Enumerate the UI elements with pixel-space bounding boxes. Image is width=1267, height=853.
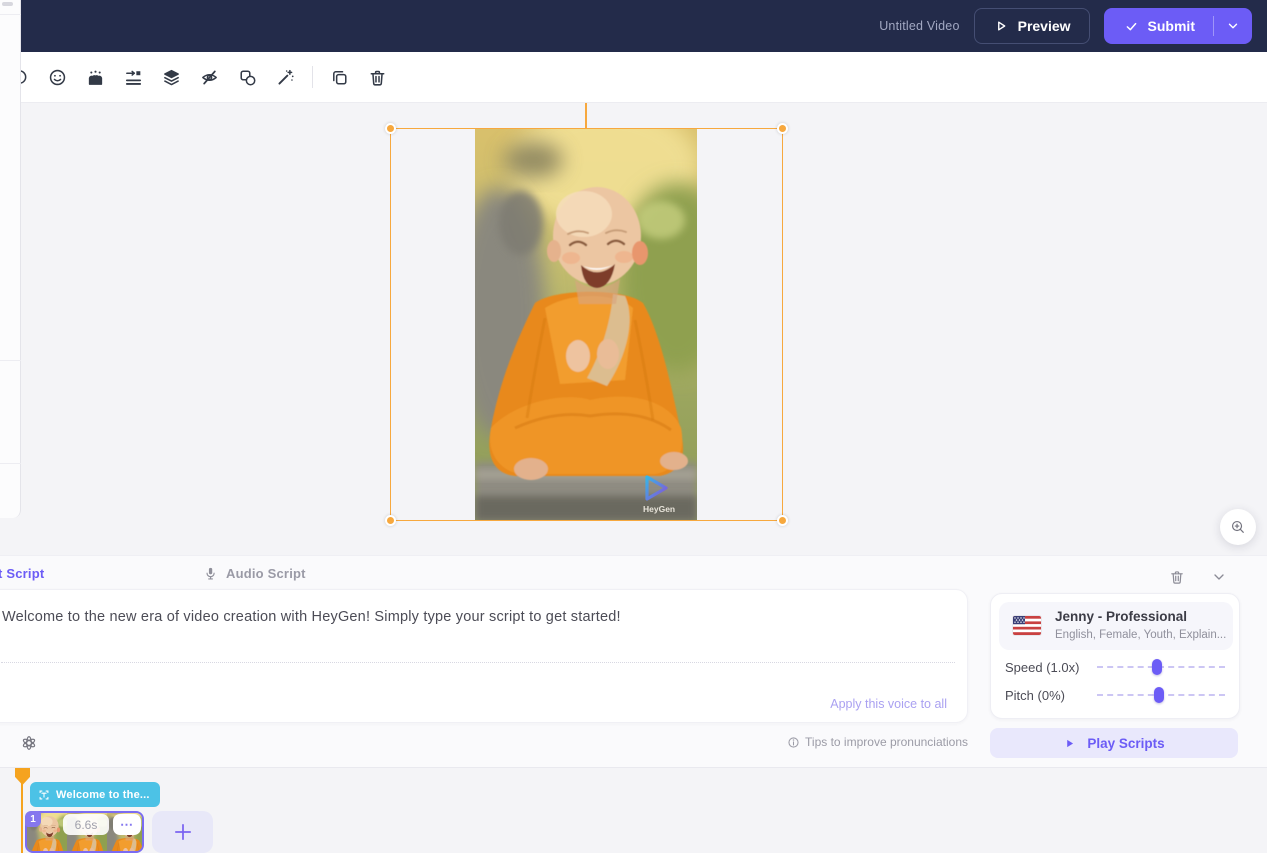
- tab-audio-script-label: Audio Script: [226, 566, 306, 581]
- timeline-divider: [0, 767, 1267, 768]
- hide-icon[interactable]: [198, 65, 221, 89]
- selection-handle-top-right[interactable]: [777, 123, 788, 134]
- submit-dropdown[interactable]: [1214, 8, 1252, 44]
- emoji-icon[interactable]: [46, 65, 69, 89]
- clip-duration-label: 6.6s: [63, 814, 109, 835]
- panel-edge-line: [0, 463, 21, 464]
- submit-button[interactable]: Submit: [1104, 8, 1252, 44]
- heygen-video-editor: Untitled Video Preview Submit: [0, 0, 1267, 853]
- voice-name: Jenny - Professional: [1055, 609, 1187, 624]
- playhead[interactable]: [15, 768, 30, 785]
- selection-handle-top-left[interactable]: [385, 123, 396, 134]
- delete-icon[interactable]: [366, 65, 389, 89]
- speed-slider-thumb[interactable]: [1152, 659, 1162, 675]
- delete-script-button[interactable]: [1166, 566, 1188, 588]
- script-panel: Text Script Audio Script Welcome to the …: [0, 555, 1267, 767]
- voice-attributes: English, Female, Youth, Explain...: [1055, 629, 1226, 641]
- speed-label: Speed (1.0x): [1005, 660, 1079, 675]
- voice-selector[interactable]: Jenny - Professional English, Female, Yo…: [999, 602, 1233, 650]
- apply-voice-to-all-button[interactable]: Apply this voice to all: [830, 697, 947, 711]
- project-title: Untitled Video: [879, 19, 959, 33]
- gpt-icon: [20, 734, 38, 752]
- chevron-down-icon: [1226, 19, 1240, 33]
- play-scripts-button[interactable]: Play Scripts: [990, 728, 1238, 758]
- selection-handle-bottom-left[interactable]: [385, 515, 396, 526]
- play-outline-icon: [993, 18, 1009, 34]
- text-select-icon: [38, 789, 50, 801]
- tips-label: Tips to improve pronunciations: [805, 735, 968, 749]
- speed-slider[interactable]: [1097, 666, 1225, 668]
- left-panel-edge: [0, 0, 21, 518]
- info-icon: [787, 736, 800, 749]
- panel-edge-line: [0, 360, 21, 361]
- magic-wand-icon[interactable]: [274, 65, 297, 89]
- duplicate-icon[interactable]: [328, 65, 351, 89]
- canvas-zoom-button[interactable]: [1220, 509, 1256, 545]
- play-scripts-label: Play Scripts: [1087, 736, 1164, 751]
- pronunciation-tips-link[interactable]: Tips to improve pronunciations: [787, 735, 968, 749]
- caption-chip-label: Welcome to the...: [56, 789, 150, 801]
- chevron-down-icon: [1211, 569, 1227, 585]
- element-toolbar: [0, 52, 1267, 103]
- rotation-handle-line[interactable]: [585, 103, 587, 128]
- layers-icon[interactable]: [160, 65, 183, 89]
- pitch-slider[interactable]: [1097, 694, 1225, 696]
- position-icon[interactable]: [122, 65, 145, 89]
- magnifier-plus-icon: [1230, 519, 1246, 535]
- script-text-input[interactable]: Welcome to the new era of video creation…: [2, 608, 932, 628]
- preview-label: Preview: [1018, 18, 1071, 34]
- tab-audio-script[interactable]: Audio Script: [203, 566, 306, 581]
- collapse-panel-button[interactable]: [1208, 566, 1230, 588]
- caption-chip[interactable]: Welcome to the...: [30, 782, 160, 807]
- clip-index-badge: 1: [25, 811, 41, 827]
- plus-icon: [172, 821, 194, 843]
- microphone-icon: [203, 566, 218, 581]
- panel-edge-mark: [2, 2, 13, 6]
- preview-button[interactable]: Preview: [974, 8, 1090, 44]
- group-icon[interactable]: [236, 65, 259, 89]
- panel-edge-line: [0, 14, 21, 15]
- canvas-avatar-image[interactable]: HeyGen: [475, 128, 697, 521]
- toolbar-divider: [312, 66, 313, 88]
- tab-text-script[interactable]: Text Script: [0, 566, 44, 581]
- clip-more-button[interactable]: ⋯: [113, 814, 141, 835]
- check-icon: [1124, 19, 1139, 34]
- top-header-bar: Untitled Video Preview Submit: [0, 0, 1267, 52]
- pitch-label: Pitch (0%): [1005, 688, 1065, 703]
- tab-text-script-label: Text Script: [0, 566, 44, 581]
- voice-settings-card: Jenny - Professional English, Female, Yo…: [990, 593, 1240, 719]
- play-icon: [1063, 737, 1076, 750]
- gpt-assistant-button[interactable]: [18, 732, 40, 754]
- submit-label: Submit: [1148, 18, 1195, 34]
- pitch-slider-thumb[interactable]: [1154, 687, 1164, 703]
- scene-icon[interactable]: [84, 65, 107, 89]
- watermark-label: HeyGen: [643, 504, 675, 514]
- add-scene-button[interactable]: [152, 811, 213, 853]
- playhead-line: [21, 783, 23, 853]
- selection-handle-bottom-right[interactable]: [777, 515, 788, 526]
- script-separator: [1, 662, 955, 663]
- us-flag-icon: [1013, 616, 1041, 635]
- script-card: Welcome to the new era of video creation…: [0, 589, 968, 723]
